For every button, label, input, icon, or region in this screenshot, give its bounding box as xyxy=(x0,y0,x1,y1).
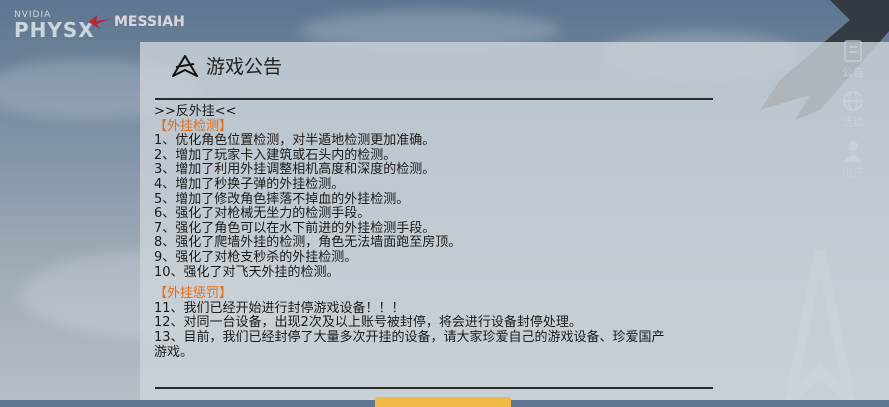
section-title-detection: 【外挂检测】 xyxy=(154,118,233,134)
panel-title: 游戏公告 xyxy=(206,56,283,78)
list-item: 9、强化了对枪支秒杀的外挂检测。 xyxy=(154,249,358,265)
header-divider xyxy=(155,98,713,100)
footer-divider xyxy=(155,387,713,389)
list-item: 10、强化了对飞天外挂的检测。 xyxy=(154,264,340,280)
list-item: 游戏。 xyxy=(154,344,194,360)
notice-content[interactable]: >>反外挂<< 【外挂检测】 1、优化角色位置检测，对半遁地检测更加准确。 2、… xyxy=(154,104,754,360)
notice-heading: >>反外挂<< xyxy=(154,104,237,119)
list-item: 12、对同一台设备，出现2次及以上账号被封停，将会进行设备封停处理。 xyxy=(154,315,582,331)
physx-logo: NVIDIA PHYSX xyxy=(14,10,95,40)
list-item: 13、目前，我们已经封停了大量多次开挂的设备，请大家珍爱自己的游戏设备、珍爱国产 xyxy=(154,329,665,345)
list-item: 4、增加了秒换子弹的外挂检测。 xyxy=(154,176,345,192)
list-item: 6、强化了对枪械无坐力的检测手段。 xyxy=(154,206,371,222)
notice-panel: 游戏公告 >>反外挂<< 【外挂检测】 1、优化角色位置检测，对半遁地检测更加准… xyxy=(140,42,889,407)
list-item: 3、增加了利用外挂调整相机高度和深度的检测。 xyxy=(154,162,436,178)
section-title-punishment: 【外挂惩罚】 xyxy=(154,286,233,302)
physx-text: PHYSX xyxy=(14,18,95,42)
panel-header: 游戏公告 xyxy=(172,52,282,79)
messiah-wing-icon xyxy=(88,15,110,29)
list-item: 1、优化角色位置检测，对半遁地检测更加准确。 xyxy=(154,133,436,149)
game-logo-icon xyxy=(172,54,198,77)
messiah-text: MESSIAH xyxy=(114,14,185,30)
list-item: 8、强化了爬墙外挂的检测，角色无法墙面跑至房顶。 xyxy=(154,235,462,251)
messiah-logo: MESSIAH xyxy=(88,14,185,30)
confirm-button[interactable] xyxy=(375,397,511,407)
list-item: 5、增加了修改角色摔落不掉血的外挂检测。 xyxy=(154,191,410,207)
